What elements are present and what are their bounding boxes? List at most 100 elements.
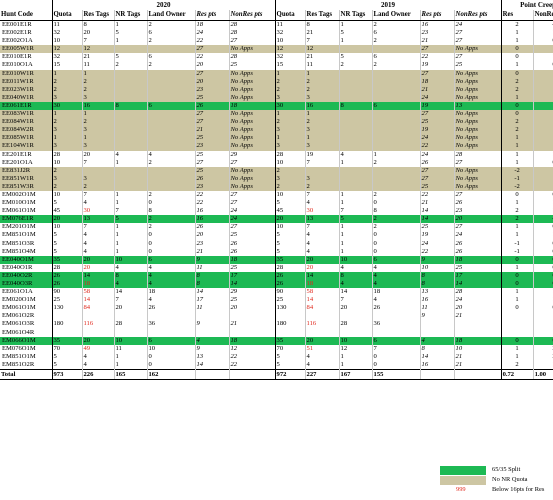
table-cell: No Apps (454, 69, 502, 78)
table-cell: 20 (114, 304, 148, 313)
table-cell: 4 (147, 280, 196, 289)
table-cell: 4 (82, 231, 115, 240)
table-row: EE040O3R26184481426184481400 (0, 280, 553, 289)
table-cell: 5 (52, 360, 83, 370)
table-cell: 7 (339, 207, 373, 216)
table-cell: 1 (533, 29, 553, 38)
table-cell: No Apps (454, 174, 502, 183)
table-cell (372, 166, 421, 175)
table-cell (229, 328, 276, 337)
table-cell: 26 (229, 247, 276, 256)
column-header: NonRes pts (454, 10, 502, 21)
table-cell: 14 (420, 215, 455, 224)
table-cell: 14 (82, 271, 115, 280)
table-cell: 1 (339, 231, 373, 240)
table-cell: 2 (52, 182, 83, 191)
table-cell: 26 (52, 271, 83, 280)
table-cell: 7 (305, 223, 340, 232)
hunt-code-cell: EE001E1R (0, 20, 53, 30)
legend-green-label: 65/35 Split (492, 466, 521, 473)
table-cell: 4 (114, 150, 148, 159)
table-cell: 1 (339, 199, 373, 208)
table-cell: 2 (501, 360, 534, 370)
column-header: Quota (275, 10, 306, 21)
table-cell: 19 (420, 101, 455, 111)
column-header: Land Owner (372, 10, 421, 21)
table-cell (533, 312, 553, 321)
table-row: EM061O1M1308420261120130842026112000 (0, 304, 553, 313)
table-cell (114, 312, 148, 321)
table-cell: 27 (195, 118, 230, 127)
table-cell: 26 (454, 247, 502, 256)
column-header: Hunt Code (0, 10, 53, 21)
table-cell: 13 (420, 288, 455, 297)
column-header: Res pts (420, 10, 455, 21)
table-cell: 1 (339, 20, 373, 30)
table-cell (533, 126, 553, 135)
table-cell: 8 (147, 207, 196, 216)
hunt-code-cell: EE040O1R (0, 263, 53, 272)
table-cell: 90 (52, 288, 83, 297)
table-row: EE011W1R 2 2 20 No Apps 2 2 18 No Apps 2 (0, 77, 553, 86)
table-cell: 18 (229, 255, 276, 264)
table-cell: 1 (533, 150, 553, 159)
table-cell (147, 77, 196, 86)
table-cell (533, 85, 553, 94)
total-cell: 167 (339, 369, 373, 381)
table-cell: 26 (195, 101, 230, 111)
table-row: EE104W1R 3 3 23 No Apps 3 3 22 No Apps 1 (0, 142, 553, 151)
table-cell (339, 142, 373, 151)
table-cell (372, 142, 421, 151)
table-cell: 22 (420, 53, 455, 62)
hunt-code-cell: EM066O1M (0, 336, 53, 345)
table-cell: No Apps (229, 134, 276, 143)
table-cell: 23 (454, 207, 502, 216)
table-cell (533, 166, 553, 175)
table-cell: 26 (147, 304, 196, 313)
table-cell: 10 (339, 336, 373, 345)
table-row: EM010O1M541022275410212611 (0, 199, 553, 208)
table-cell: 2 (501, 118, 534, 127)
table-cell: 8 (420, 280, 455, 289)
table-cell: 0 (372, 247, 421, 256)
table-cell (339, 174, 373, 183)
table-cell: 4 (372, 263, 421, 272)
table-cell: 1 (533, 53, 553, 62)
table-cell: 0 (533, 158, 553, 167)
table-row: EM066O1M3520106418352010641800 (0, 336, 553, 345)
table-cell: 18 (454, 255, 502, 264)
table-cell (147, 134, 196, 143)
table-cell: 9 (195, 344, 230, 353)
table-cell: 28 (454, 150, 502, 159)
total-cell (229, 369, 276, 381)
table-row: EE040W1R 3 3 25 No Apps 3 3 24 No Apps 1 (0, 93, 553, 102)
column-header: Res (501, 10, 534, 21)
table-cell: 0 (372, 231, 421, 240)
table-cell (114, 118, 148, 127)
table-row: EM061O4R (0, 328, 553, 337)
table-cell (114, 110, 148, 119)
table-cell (339, 118, 373, 127)
table-cell: 4 (305, 247, 340, 256)
hunt-code-cell: EM076O1M (0, 344, 53, 353)
table-cell: 1 (82, 134, 115, 143)
table-cell: 1 (114, 360, 148, 370)
table-cell: 19 (305, 150, 340, 159)
table-row: EM061O1M4530781624453078142321 (0, 207, 553, 216)
table-cell: No Apps (229, 85, 276, 94)
table-cell: 0 (147, 199, 196, 208)
hunt-code-cell: EM201O1M (0, 223, 53, 232)
table-row: EM851O1M541013225410142112 (0, 352, 553, 361)
table-cell: 1 (501, 263, 534, 272)
table-cell: 27 (420, 45, 455, 54)
point-creep-header: Point Creep (501, 0, 553, 10)
table-cell: 18 (147, 288, 196, 297)
table-cell: 5 (339, 53, 373, 62)
table-cell (339, 85, 373, 94)
table-cell: 22 (195, 53, 230, 62)
table-cell: 1 (501, 37, 534, 46)
table-cell: 2 (372, 37, 421, 46)
total-cell: 227 (305, 369, 340, 381)
table-cell: 4 (372, 280, 421, 289)
table-cell: 5 (114, 29, 148, 38)
